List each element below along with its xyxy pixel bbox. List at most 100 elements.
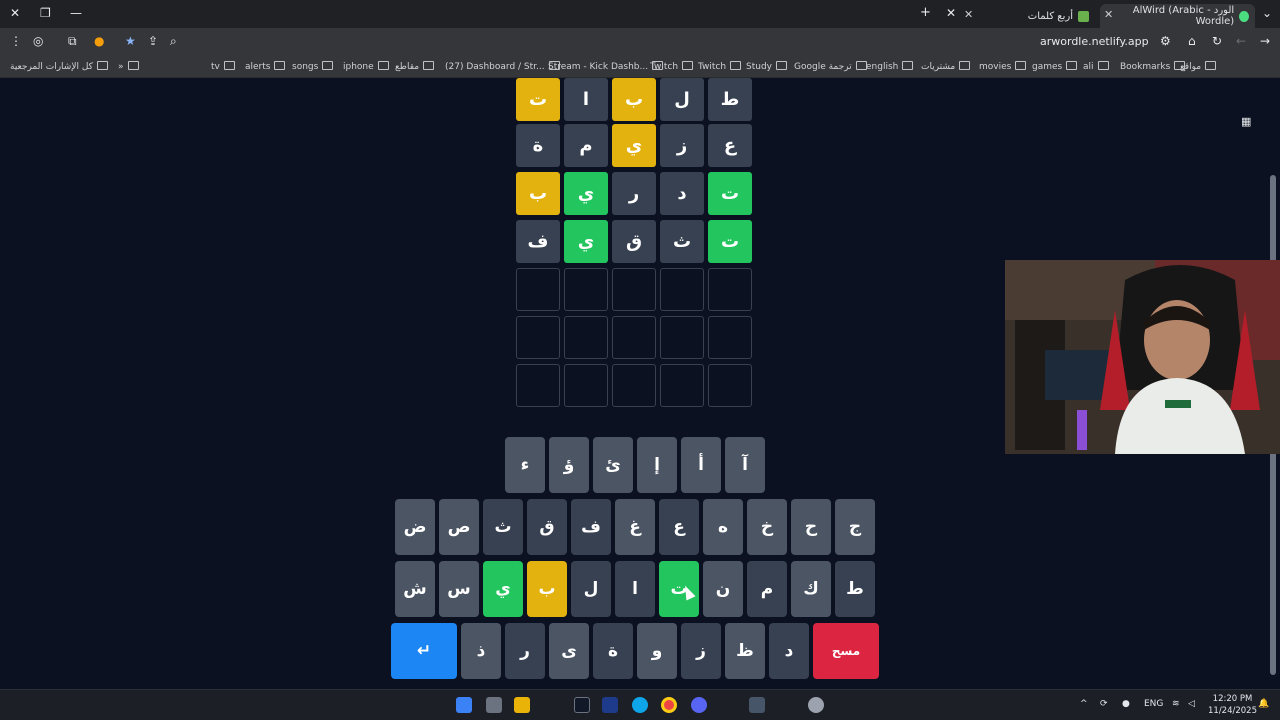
- key-row3-5[interactable]: ا: [615, 561, 655, 617]
- bookmark-item[interactable]: (27) Dashboard / Str...: [445, 61, 560, 72]
- key-row3-4[interactable]: ت: [659, 561, 699, 617]
- side-panel-icon[interactable]: ▦: [1241, 115, 1251, 128]
- edge-icon[interactable]: [632, 697, 648, 713]
- key-row4-4[interactable]: و: [637, 623, 677, 679]
- obs-icon[interactable]: [808, 697, 824, 713]
- key-row2-1[interactable]: ح: [791, 499, 831, 555]
- discord-icon[interactable]: [691, 697, 707, 713]
- bookmark-item[interactable]: Google ترجمة: [794, 61, 867, 72]
- app-icon[interactable]: [749, 697, 765, 713]
- key-row3-9[interactable]: س: [439, 561, 479, 617]
- chrome-icon[interactable]: [661, 697, 677, 713]
- close-tab-icon[interactable]: ✕: [964, 8, 973, 21]
- bookmark-item[interactable]: games: [1032, 61, 1077, 72]
- bookmark-item[interactable]: Study: [746, 61, 787, 72]
- key-row4-3[interactable]: ز: [681, 623, 721, 679]
- key-row4-8[interactable]: ذ: [461, 623, 501, 679]
- profile-icon[interactable]: ◎: [33, 34, 43, 48]
- tray-app-icon[interactable]: ⟳: [1100, 699, 1108, 709]
- clock[interactable]: 12:20 PM 11/24/2025: [1208, 693, 1257, 717]
- language-indicator[interactable]: ENG: [1144, 699, 1163, 709]
- close-tab-icon[interactable]: ✕: [1104, 8, 1113, 21]
- share-icon[interactable]: ⇪: [148, 34, 158, 48]
- tray-overflow-icon[interactable]: ^: [1080, 699, 1088, 709]
- close-tab-icon[interactable]: ✕: [946, 6, 956, 20]
- key-row3-1[interactable]: ك: [791, 561, 831, 617]
- close-window-icon[interactable]: ✕: [10, 6, 20, 20]
- steam-icon[interactable]: [602, 697, 618, 713]
- key-row1-4[interactable]: ؤ: [549, 437, 589, 493]
- bookmark-item[interactable]: movies: [979, 61, 1026, 72]
- key-row1-2[interactable]: إ: [637, 437, 677, 493]
- key-row2-7[interactable]: ق: [527, 499, 567, 555]
- key-row2-3[interactable]: ه: [703, 499, 743, 555]
- site-settings-icon[interactable]: ⚙: [1160, 34, 1171, 48]
- zoom-icon[interactable]: ⌕: [170, 34, 177, 49]
- bookmark-item[interactable]: alerts: [245, 61, 285, 72]
- back-icon[interactable]: →: [1260, 34, 1270, 48]
- key-row4-1[interactable]: د: [769, 623, 809, 679]
- bookmark-star-icon[interactable]: ★: [125, 34, 136, 48]
- forward-icon[interactable]: ←: [1236, 34, 1246, 48]
- all-bookmarks[interactable]: كل الإشارات المرجعية: [10, 61, 108, 72]
- bookmark-item[interactable]: songs: [292, 61, 333, 72]
- microphone-icon[interactable]: ●: [1122, 699, 1130, 709]
- key-row3-6[interactable]: ل: [571, 561, 611, 617]
- restore-window-icon[interactable]: ❐: [40, 6, 51, 20]
- notifications-icon[interactable]: 🔔: [1258, 699, 1269, 709]
- key-row2-0[interactable]: ج: [835, 499, 875, 555]
- key-row3-2[interactable]: م: [747, 561, 787, 617]
- bookmark-item[interactable]: Twitch: [698, 61, 741, 72]
- bookmark-item[interactable]: iphone: [343, 61, 389, 72]
- key-row3-8[interactable]: ي: [483, 561, 523, 617]
- key-row2-9[interactable]: ص: [439, 499, 479, 555]
- key-row3-7[interactable]: ب: [527, 561, 567, 617]
- extensions-icon[interactable]: ⧉: [68, 34, 77, 49]
- key-row1-0[interactable]: آ: [725, 437, 765, 493]
- bookmark-item[interactable]: english: [866, 61, 913, 72]
- tab-search-icon[interactable]: ⌄: [1262, 6, 1272, 20]
- key-row4-5[interactable]: ة: [593, 623, 633, 679]
- key-row2-5[interactable]: غ: [615, 499, 655, 555]
- tab-second[interactable]: أربع كلمات ✕: [960, 4, 1095, 28]
- tab-active[interactable]: الورد - AlWird (Arabic Wordle) ✕: [1100, 4, 1255, 28]
- key-row4-7[interactable]: ر: [505, 623, 545, 679]
- reload-icon[interactable]: ↻: [1212, 34, 1222, 48]
- key-row2-4[interactable]: ع: [659, 499, 699, 555]
- enter-key[interactable]: ↵: [391, 623, 457, 679]
- file-explorer-icon[interactable]: [514, 697, 530, 713]
- key-row3-3[interactable]: ن: [703, 561, 743, 617]
- menu-icon[interactable]: ⋮: [10, 34, 22, 48]
- bookmark-item[interactable]: ali: [1083, 61, 1109, 72]
- key-row3-10[interactable]: ش: [395, 561, 435, 617]
- minimize-window-icon[interactable]: —: [70, 6, 82, 20]
- volume-icon[interactable]: ◁: [1188, 699, 1195, 709]
- address-bar[interactable]: arwordle.netlify.app: [1040, 35, 1149, 48]
- task-view-icon[interactable]: [486, 697, 502, 713]
- key-row3-0[interactable]: ط: [835, 561, 875, 617]
- key-row2-8[interactable]: ث: [483, 499, 523, 555]
- webcam-overlay: [1005, 260, 1280, 454]
- bookmark-item[interactable]: tv: [211, 61, 235, 72]
- key-row1-5[interactable]: ء: [505, 437, 545, 493]
- key-row4-2[interactable]: ظ: [725, 623, 765, 679]
- windows-start-icon[interactable]: [456, 697, 472, 713]
- new-tab-icon[interactable]: +: [920, 5, 931, 20]
- bookmark-item[interactable]: Bookmarks: [1120, 61, 1185, 72]
- key-row1-3[interactable]: ئ: [593, 437, 633, 493]
- extension-icon[interactable]: ●: [94, 34, 104, 48]
- bookmark-item[interactable]: مقاطع: [395, 61, 434, 72]
- key-row2-2[interactable]: خ: [747, 499, 787, 555]
- key-row4-6[interactable]: ى: [549, 623, 589, 679]
- key-row2-6[interactable]: ف: [571, 499, 611, 555]
- home-icon[interactable]: ⌂: [1188, 34, 1196, 48]
- key-row1-1[interactable]: أ: [681, 437, 721, 493]
- wifi-icon[interactable]: ≋: [1172, 699, 1180, 709]
- epic-games-icon[interactable]: [574, 697, 590, 713]
- bookmark-item[interactable]: مشتريات: [921, 61, 970, 72]
- bookmark-item[interactable]: Stream - Kick Dashb...: [548, 61, 663, 72]
- key-row2-10[interactable]: ض: [395, 499, 435, 555]
- bookmark-item[interactable]: مواقع: [1180, 61, 1216, 72]
- delete-key[interactable]: مسح: [813, 623, 879, 679]
- more-bookmarks-icon[interactable]: »: [118, 61, 139, 72]
